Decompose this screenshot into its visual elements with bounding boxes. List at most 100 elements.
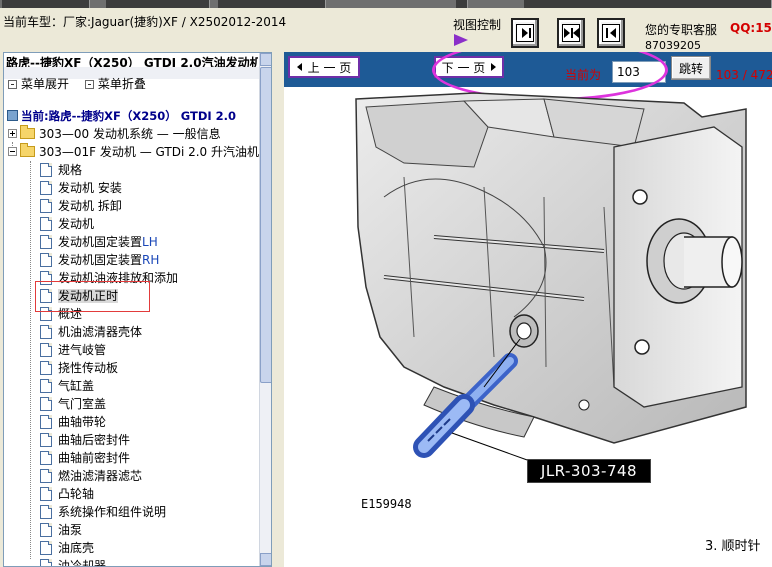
top-header: 当前车型：厂家:Jaguar(捷豹)XF / X2502012-2014 视图控… [0,0,772,52]
view-control-arrow-icon [454,34,468,46]
expand-icon[interactable] [8,80,17,89]
document-icon [40,397,52,411]
tree-item-label[interactable]: 发动机 [58,217,94,231]
view-split-button[interactable] [557,18,585,48]
document-icon [40,235,52,249]
page-number-input[interactable] [612,61,666,83]
tree-item-flexplate[interactable]: 挠性传动板 [40,359,118,377]
qq-contact-link[interactable]: QQ:15 [730,21,772,35]
toolbar-tab[interactable] [456,0,468,8]
engine-timing-diagram: JLR-303-748 E159948 3. 顺时针 [284,87,772,567]
tree-item-engine-removal[interactable]: 发动机 拆卸 [40,197,122,215]
next-page-label[interactable]: 下 一 页 [442,59,486,76]
tree-item-oil-pump[interactable]: 油泵 [40,521,82,539]
tree-item-oil-cooler[interactable]: 油冷却器 [40,557,106,566]
tree-item-crank-rear-seal[interactable]: 曲轴后密封件 [40,431,130,449]
arrow-left-icon [296,63,302,71]
document-icon [40,217,52,231]
view-control-label: 视图控制 [453,18,502,32]
tree-item-oil-pan[interactable]: 油底壳 [40,539,94,557]
tree-item-label[interactable]: 发动机固定装置 [58,235,142,249]
document-icon [40,199,52,213]
tree-item-label[interactable]: 机油滤清器壳体 [58,325,142,339]
menu-collapse-button[interactable]: 菜单折叠 [98,77,146,91]
view-prev-button[interactable] [597,18,625,48]
tree-item-label[interactable]: 凸轮轴 [58,487,94,501]
toolbar-tab[interactable] [524,0,772,8]
tree-item-label[interactable]: 发动机 拆卸 [58,199,122,213]
figure-code: E159948 [361,497,412,511]
engine-diagram-svg [355,92,747,462]
tree-item-crank-pulley[interactable]: 曲轴带轮 [40,413,106,431]
computer-icon [7,110,18,121]
tree-item-label[interactable]: 挠性传动板 [58,361,118,375]
document-icon [40,433,52,447]
document-icon [40,523,52,537]
document-icon [40,415,52,429]
tree-item-engine-install[interactable]: 发动机 安装 [40,179,122,197]
tree-item-specs[interactable]: 规格 [40,161,82,179]
folder-open-icon [20,143,35,157]
page-total: 103 / 472 [716,68,772,82]
tree-item-label[interactable]: 油底壳 [58,541,94,555]
top-toolbar-strip [0,0,772,8]
toolbar-tab[interactable] [2,0,90,8]
tree-item-label[interactable]: 气缸盖 [58,379,94,393]
service-label: 您的专职客服 [645,23,718,37]
jump-button[interactable]: 跳转 [671,56,711,80]
tree-item-engine-mount-lh[interactable]: 发动机固定装置LH [40,233,158,251]
tree-item-intake-manifold[interactable]: 进气岐管 [40,341,106,359]
tree-item-camshaft[interactable]: 凸轮轴 [40,485,94,503]
expand-plus-icon[interactable] [8,129,17,138]
tree-item-label[interactable]: 规格 [58,163,82,177]
tree-node-303-01f[interactable]: 303—01F 发动机 — GTDi 2.0 升汽油机 [8,143,259,161]
tree-item-label[interactable]: 曲轴前密封件 [58,451,130,465]
tree-item-engine-mount-rh[interactable]: 发动机固定装置RH [40,251,159,269]
toolbar-tab[interactable] [218,0,326,8]
tree-item-label[interactable]: 燃油滤清器滤芯 [58,469,142,483]
document-icon [40,253,52,267]
menu-controls: 菜单展开 菜单折叠 [8,75,158,92]
tree-node-label[interactable]: 303—01F 发动机 — GTDi 2.0 升汽油机 [39,145,259,159]
prev-page-button[interactable]: 上 一 页 [288,56,360,78]
current-path-text: 当前:路虎--捷豹XF（X250） GTDI 2.0 [21,109,237,123]
scroll-down-arrow-icon[interactable] [260,553,271,566]
tree-item-label[interactable]: 油冷却器 [58,559,106,566]
prev-page-label[interactable]: 上 一 页 [308,59,352,76]
tree-line [30,161,31,559]
tree-node-303-00[interactable]: 303—00 发动机系统 — 一般信息 [8,125,221,143]
scroll-up-arrow-icon[interactable] [260,53,271,66]
document-icon [40,163,52,177]
view-next-button[interactable] [511,18,539,48]
vertical-scrollbar[interactable] [259,53,271,566]
tree-item-label[interactable]: 油泵 [58,523,82,537]
tree-item-label[interactable]: 系统操作和组件说明 [58,505,166,519]
split-arrows-icon [562,24,580,42]
tree-item-label[interactable]: 曲轴带轮 [58,415,106,429]
scroll-thumb[interactable] [260,67,271,383]
tree-item-suffix-rh[interactable]: RH [142,253,159,267]
tree-item-label[interactable]: 曲轴后密封件 [58,433,130,447]
tree-item-crank-front-seal[interactable]: 曲轴前密封件 [40,449,130,467]
tree-item-cylinder-head[interactable]: 气缸盖 [40,377,94,395]
tree-node-label[interactable]: 303—00 发动机系统 — 一般信息 [39,127,221,141]
tree-item-label[interactable]: 发动机固定装置 [58,253,142,267]
tree-item-label[interactable]: 发动机 安装 [58,181,122,195]
tree-item-system-operation[interactable]: 系统操作和组件说明 [40,503,166,521]
tree-item-oil-filter-housing[interactable]: 机油滤清器壳体 [40,323,142,341]
collapse-icon[interactable] [84,80,94,89]
tree-item-label[interactable]: 气门室盖 [58,397,106,411]
tree-item-fuel-filter[interactable]: 燃油滤清器滤芯 [40,467,142,485]
toolbar-tab[interactable] [106,0,210,8]
document-icon [40,451,52,465]
tree-item-suffix-lh[interactable]: LH [142,235,158,249]
menu-expand-button[interactable]: 菜单展开 [21,77,69,91]
tree-item-valve-cover[interactable]: 气门室盖 [40,395,106,413]
folder-icon [20,125,35,139]
content-viewer: 上 一 页 下 一 页 当前为 跳转 103 / 472 [284,52,772,567]
next-page-button[interactable]: 下 一 页 [434,56,504,78]
tree-item-engine[interactable]: 发动机 [40,215,94,233]
tree-item-label[interactable]: 进气岐管 [58,343,106,357]
arrow-right-bar-icon [516,24,534,42]
collapse-minus-icon[interactable] [8,147,17,156]
